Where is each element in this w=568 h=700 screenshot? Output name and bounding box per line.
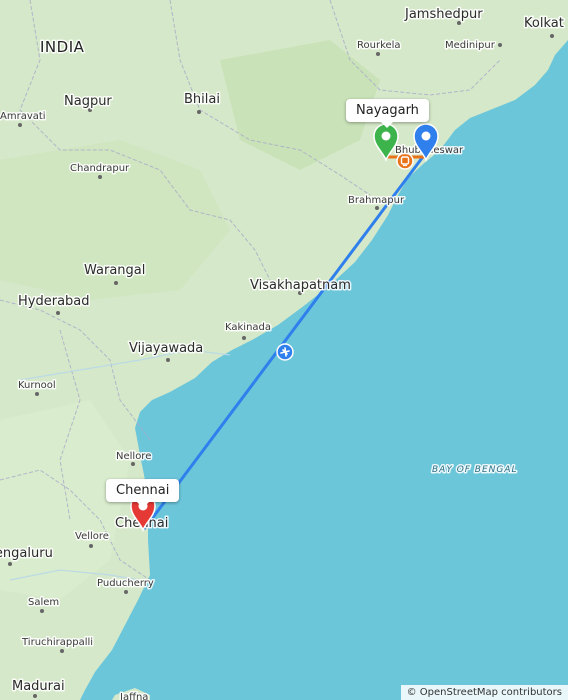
place-label-jamshedpur: Jamshedpur xyxy=(404,7,483,22)
map-canvas[interactable]: INDIA BAY OF BENGAL Jamshedpur Kolkat Ro… xyxy=(0,0,568,700)
place-label-bhilai: Bhilai xyxy=(184,92,220,107)
place-label-salem: Salem xyxy=(28,597,59,608)
place-label-jaffna: Jaffna xyxy=(119,692,148,700)
place-label-nellore: Nellore xyxy=(116,451,151,462)
place-label-amravati: Amravati xyxy=(0,111,46,122)
place-label-tiruchirappalli: Tiruchirappalli xyxy=(21,637,93,648)
place-label-kolkata: Kolkat xyxy=(524,16,564,31)
place-label-puducherry: Puducherry xyxy=(97,578,154,589)
place-label-bengaluru: Bengaluru xyxy=(0,546,53,561)
airplane-icon xyxy=(276,343,294,361)
destination-callout[interactable]: Chennai xyxy=(106,479,180,508)
place-label-medinipur: Medinipur xyxy=(445,40,496,51)
place-label-vijayawada: Vijayawada xyxy=(129,341,203,356)
place-label-chandrapur: Chandrapur xyxy=(70,163,130,174)
place-label-rourkela: Rourkela xyxy=(357,40,401,51)
place-label-madurai: Madurai xyxy=(12,679,65,694)
place-label-kakinada: Kakinada xyxy=(225,322,271,333)
place-label-brahmapur: Brahmapur xyxy=(348,195,405,206)
place-label-vellore: Vellore xyxy=(75,531,109,542)
map-attribution[interactable]: © OpenStreetMap contributors xyxy=(400,685,568,700)
place-label-hyderabad: Hyderabad xyxy=(18,294,90,309)
origin-callout[interactable]: Nayagarh xyxy=(346,99,429,128)
place-label-kurnool: Kurnool xyxy=(18,380,56,391)
place-label-warangal: Warangal xyxy=(84,263,145,278)
sea-label: BAY OF BENGAL xyxy=(432,465,518,475)
country-label: INDIA xyxy=(40,38,85,56)
place-label-visakhapatnam: Visakhapatnam xyxy=(250,278,351,293)
place-label-nagpur: Nagpur xyxy=(64,94,112,109)
